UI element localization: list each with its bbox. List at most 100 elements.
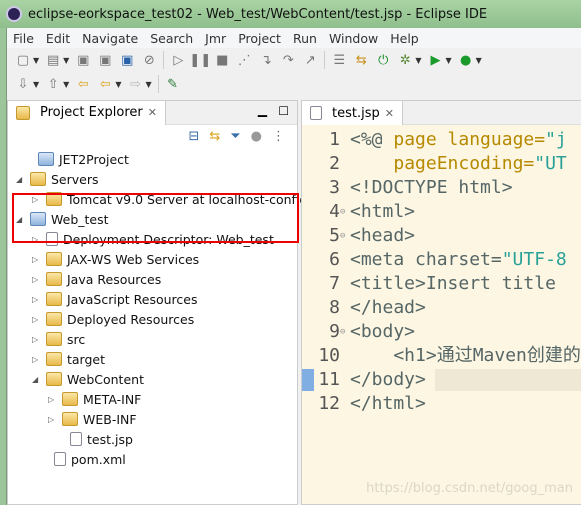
dropdown-icon[interactable]: ▼ (63, 80, 69, 89)
code-token: <!DOCTYPE html> (350, 177, 513, 198)
menu-navigate[interactable]: Navigate (82, 31, 138, 46)
tree-item[interactable]: ▷ WEB-INF (48, 409, 137, 429)
folder-open-icon (46, 372, 62, 386)
minimize-icon[interactable]: ▁ (258, 103, 267, 117)
filter-icon[interactable]: ⏷ (230, 129, 240, 144)
menu-window[interactable]: Window (329, 31, 378, 46)
close-icon[interactable]: ✕ (385, 107, 394, 120)
jsp-file-icon (310, 106, 322, 120)
expand-icon[interactable]: ▷ (32, 335, 42, 344)
tree-item[interactable]: ▷ Deployed Resources (32, 309, 194, 329)
toolbar-row-1: ▢ ▼ ▤ ▼ ▣ ▣ ▣ ⊘ ▷ ❚❚ ■ ⋰ ↴ ↷ ↗ ☰ ⇆ ⏻ ✲ ▼ ▶ ▼… (7, 48, 581, 72)
collapse-all-icon[interactable]: ⊟ (188, 129, 199, 144)
deployed-icon (46, 312, 62, 326)
collapse-icon[interactable]: ◢ (32, 375, 42, 384)
code-token: <meta charset= (350, 249, 502, 270)
tree-item[interactable]: ▷ src (32, 329, 85, 349)
run-icon[interactable]: ▶ (427, 52, 443, 68)
next-annotation-icon[interactable]: ⇩ (15, 76, 31, 92)
fold-icon[interactable]: ⊖ (340, 200, 345, 224)
tree-item[interactable]: JET2Project (24, 149, 129, 169)
back-icon[interactable]: ⇦ (97, 76, 113, 92)
fold-icon[interactable]: ⊖ (340, 224, 345, 248)
tree-item-label: META-INF (83, 391, 142, 407)
use-step-filters-icon[interactable]: ☰ (331, 52, 347, 68)
drop-to-frame-icon[interactable]: ⇆ (353, 52, 369, 68)
tree-item-label: Deployed Resources (67, 311, 195, 327)
code-text: <html> (350, 200, 415, 224)
tree-item[interactable]: ◢ Servers (16, 169, 99, 189)
dropdown-icon[interactable]: ▼ (33, 56, 39, 65)
maximize-icon[interactable]: ☐ (278, 104, 289, 118)
collapse-icon[interactable]: ◢ (16, 175, 26, 184)
menu-help[interactable]: Help (390, 31, 419, 46)
expand-icon[interactable]: ▷ (32, 355, 42, 364)
skip-breakpoints-icon[interactable]: ⊘ (141, 52, 157, 68)
tree-item[interactable]: ◢ WebContent (32, 369, 144, 389)
dropdown-icon[interactable]: ▼ (33, 80, 39, 89)
terminate-icon[interactable]: ■ (214, 52, 230, 68)
code-text: <h1>通过Maven创建的 (350, 344, 581, 368)
expand-icon[interactable]: ▷ (48, 415, 58, 424)
dropdown-icon[interactable]: ▼ (145, 80, 151, 89)
new-icon[interactable]: ▢ (15, 52, 31, 68)
code-line: 8 </head> (302, 296, 581, 320)
dropdown-icon[interactable]: ▼ (115, 80, 121, 89)
save-icon[interactable]: ▣ (75, 52, 91, 68)
working-sets-icon[interactable]: ● (251, 129, 262, 144)
folder-icon (62, 392, 78, 406)
tree-item[interactable]: pom.xml (40, 449, 126, 469)
spring-boot-icon[interactable]: ⏻ (375, 52, 391, 68)
run-server-icon[interactable]: ● (458, 52, 474, 68)
step-return-icon[interactable]: ↗ (302, 52, 318, 68)
step-into-icon[interactable]: ↴ (258, 52, 274, 68)
project-explorer-panel: Project Explorer ✕ ▁ ☐ ⊟ ⇆ ⏷ ● ⋮ JET2Pro… (7, 100, 307, 505)
fold-icon[interactable]: ⊖ (340, 320, 345, 344)
expand-icon[interactable]: ▷ (32, 255, 42, 264)
expand-icon[interactable]: ▷ (32, 315, 42, 324)
debug-icon[interactable]: ✲ (397, 52, 413, 68)
expand-icon[interactable]: ▷ (32, 295, 42, 304)
expand-icon[interactable]: ▷ (32, 275, 42, 284)
last-edit-icon[interactable]: ⇦ (75, 76, 91, 92)
code-attribute: pageEncoding= (393, 153, 535, 174)
code-line: 11 </body> (302, 368, 581, 392)
terminal-icon[interactable]: ▣ (119, 52, 135, 68)
suspend-icon[interactable]: ❚❚ (189, 52, 211, 68)
tree-item[interactable]: ▷ Java Resources (32, 269, 161, 289)
dropdown-icon[interactable]: ▼ (476, 56, 482, 65)
tree-item[interactable]: ▷ target (32, 349, 105, 369)
save-all-icon[interactable]: ▣ (97, 52, 113, 68)
menu-edit[interactable]: Edit (46, 31, 70, 46)
tab-test-jsp[interactable]: test.jsp ✕ (302, 101, 403, 125)
code-text: </body> (350, 368, 426, 392)
previous-annotation-icon[interactable]: ⇧ (45, 76, 61, 92)
menu-project[interactable]: Project (238, 31, 281, 46)
close-icon[interactable]: ✕ (148, 106, 157, 119)
expand-icon[interactable]: ▷ (48, 395, 58, 404)
tree-item[interactable]: test.jsp (56, 429, 133, 449)
forward-icon[interactable]: ⇨ (127, 76, 143, 92)
tree-item[interactable]: ▷ JAX-WS Web Services (32, 249, 199, 269)
dropdown-icon[interactable]: ▼ (63, 56, 69, 65)
menu-file[interactable]: File (13, 31, 34, 46)
code-attribute: page language= (393, 129, 546, 150)
tree-item[interactable]: ▷ META-INF (48, 389, 141, 409)
link-with-editor-icon[interactable]: ⇆ (209, 129, 220, 144)
code-token: <body> (350, 321, 416, 342)
dropdown-icon[interactable]: ▼ (415, 56, 421, 65)
menu-search[interactable]: Search (150, 31, 193, 46)
step-over-icon[interactable]: ↷ (280, 52, 296, 68)
code-line: 6 <meta charset="UTF-8 (302, 248, 581, 272)
tree-item[interactable]: ▷ JavaScript Resources (32, 289, 197, 309)
menu-jmr[interactable]: Jmr (205, 31, 226, 46)
open-task-icon[interactable]: ✎ (165, 76, 181, 92)
disconnect-icon[interactable]: ⋰ (236, 52, 252, 68)
tab-project-explorer[interactable]: Project Explorer ✕ (8, 100, 166, 125)
resume-icon[interactable]: ▷ (170, 52, 186, 68)
new-file-icon[interactable]: ▤ (45, 52, 61, 68)
dropdown-icon[interactable]: ▼ (445, 56, 451, 65)
menu-run[interactable]: Run (293, 31, 317, 46)
view-menu-icon[interactable]: ⋮ (272, 129, 285, 144)
folder-icon (46, 332, 62, 346)
